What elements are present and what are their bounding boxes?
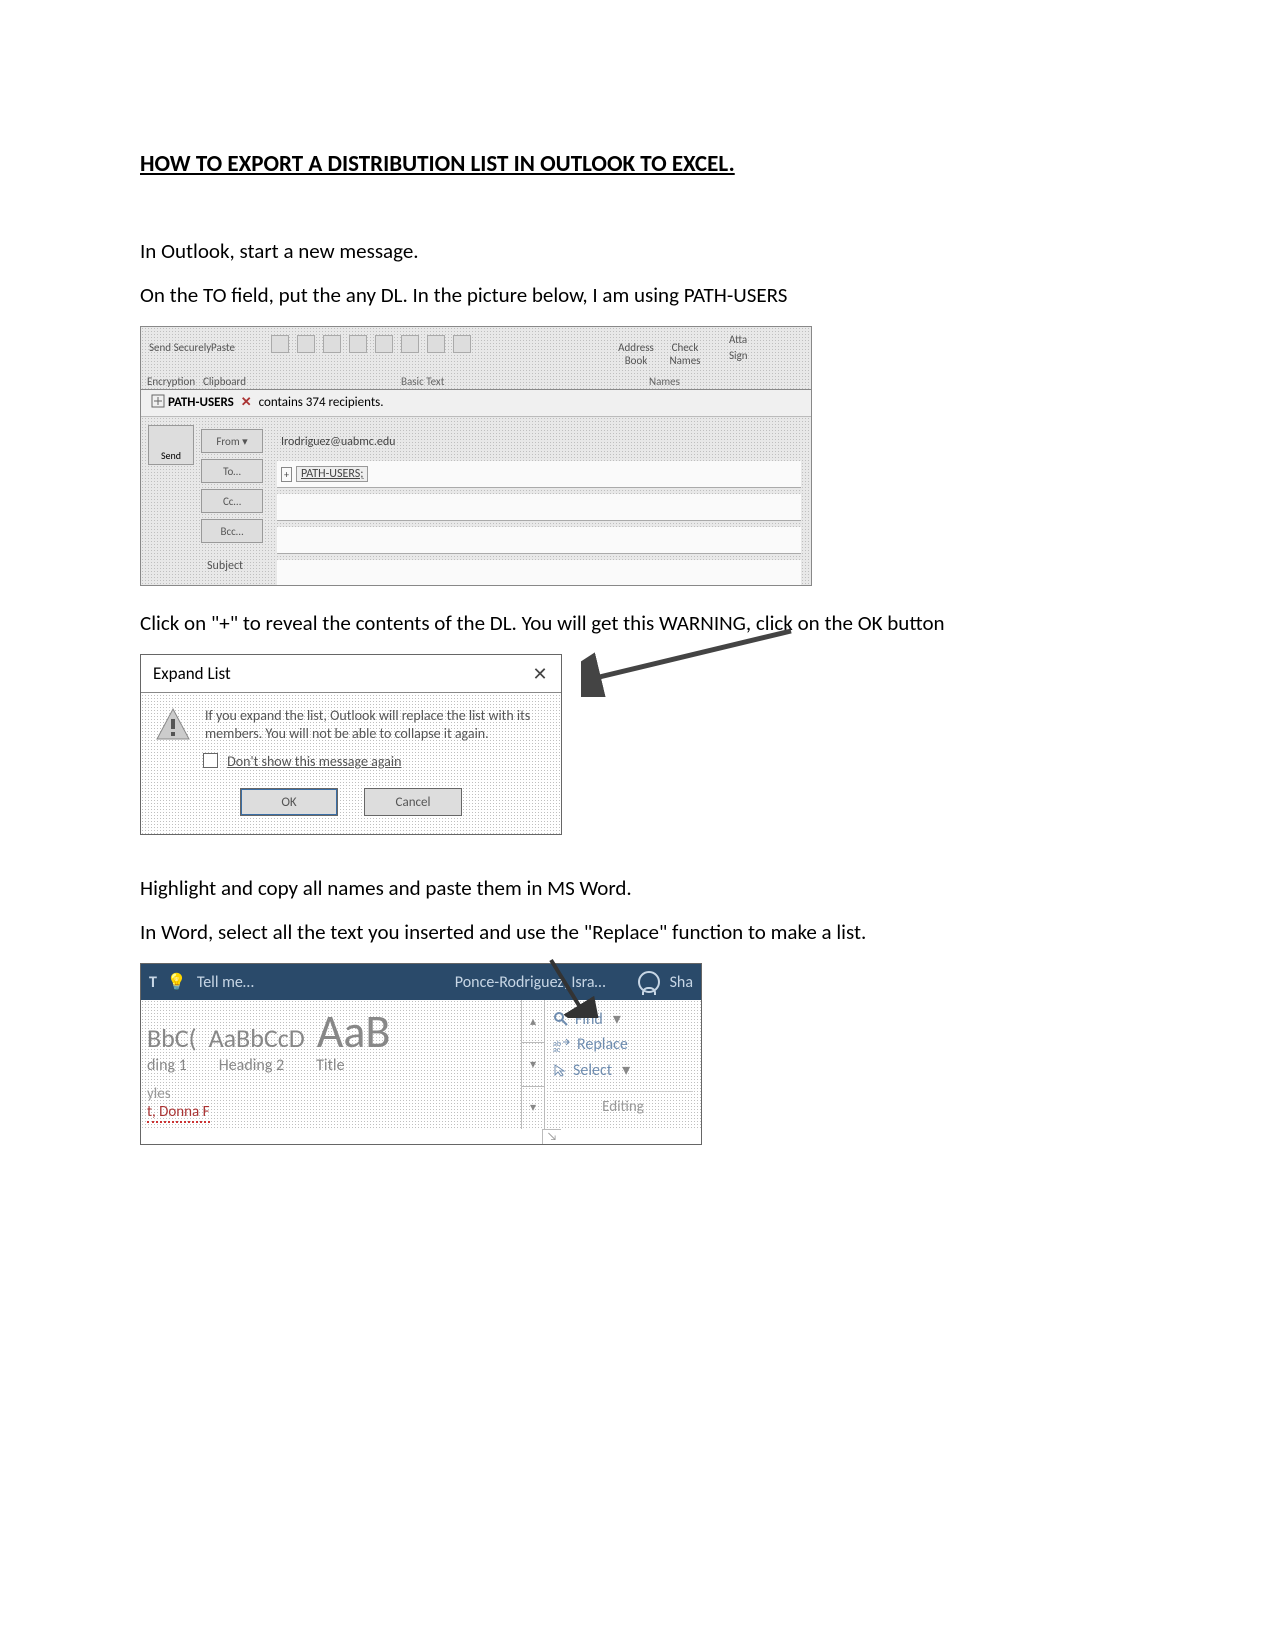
attach-button[interactable]: Atta (729, 333, 747, 346)
bcc-button[interactable]: Bcc… (201, 519, 263, 543)
expand-plus-icon[interactable] (151, 394, 165, 408)
from-button[interactable]: From ▾ (201, 429, 263, 453)
close-icon[interactable]: ✕ (531, 665, 549, 683)
select-button[interactable]: Select ▾ (553, 1057, 693, 1083)
cc-field[interactable] (277, 494, 801, 521)
font-color-icon[interactable] (349, 335, 367, 353)
style-preview[interactable]: BbC( (147, 1022, 197, 1054)
find-button[interactable]: Find ▾ (553, 1006, 693, 1032)
send-securely-button[interactable]: Send Securely (149, 341, 211, 354)
chevron-down-icon[interactable]: ▾ (613, 1009, 621, 1029)
send-button[interactable]: Send (148, 425, 194, 465)
account-user[interactable]: Ponce-Rodriguez, Isra… (455, 973, 606, 992)
styles-launcher-icon[interactable]: ↘ (542, 1129, 561, 1144)
outlook-ribbon: Send Securely Encryption Paste Clipboard… (141, 327, 811, 390)
replace-label: Replace (577, 1035, 628, 1054)
ribbon-group-clipboard: Clipboard (203, 375, 246, 388)
dialog-message: If you expand the list, Outlook will rep… (205, 707, 547, 743)
dont-show-again-checkbox[interactable] (203, 753, 218, 768)
find-label: Find (575, 1010, 603, 1029)
annotation-arrow-icon (581, 627, 801, 697)
cursor-icon (553, 1063, 567, 1077)
style-label: ding 1 (147, 1056, 187, 1075)
paste-button[interactable]: Paste (211, 341, 235, 354)
paragraph: Click on "+" to reveal the contents of t… (140, 610, 1135, 636)
lightbulb-icon: 💡 (167, 972, 187, 992)
paragraph: In Word, select all the text you inserte… (140, 919, 1135, 945)
replace-icon: abac (553, 1038, 571, 1052)
align-icon[interactable] (375, 335, 393, 353)
paragraph: Highlight and copy all names and paste t… (140, 875, 1135, 901)
outlook-compose-screenshot: Send Securely Encryption Paste Clipboard… (140, 326, 812, 586)
ribbon-group-names: Names (649, 375, 680, 388)
chevron-down-icon[interactable]: ▾ (622, 1060, 630, 1080)
expand-plus-icon[interactable]: + (281, 467, 292, 482)
paragraph: On the TO field, put the any DL. In the … (140, 282, 1135, 308)
document-text: t, Donna F (147, 1103, 210, 1123)
dl-recipient-count: contains 374 recipients. (259, 395, 384, 410)
bullets-icon[interactable] (427, 335, 445, 353)
ok-button[interactable]: OK (240, 788, 338, 816)
styles-scroll-down-icon[interactable]: ▾ (522, 1043, 544, 1086)
cancel-button[interactable]: Cancel (364, 788, 462, 816)
indent-icon[interactable] (453, 335, 471, 353)
dl-info-bar: PATH-USERS ✕ contains 374 recipients. (141, 390, 811, 417)
cc-button[interactable]: Cc… (201, 489, 263, 513)
search-icon (553, 1011, 569, 1027)
format-icons (271, 335, 471, 353)
dl-name: PATH-USERS (168, 395, 234, 410)
tell-me-search[interactable]: Tell me… (197, 973, 254, 992)
expand-list-dialog: Expand List ✕ If you expand the list, Ou… (140, 654, 562, 835)
from-field[interactable]: Irodriguez@uabmc.edu (277, 429, 801, 455)
bcc-field[interactable] (277, 527, 801, 554)
to-button[interactable]: To… (201, 459, 263, 483)
style-label: Title (316, 1056, 344, 1075)
sign-button[interactable]: Sign (729, 349, 748, 362)
italic-icon[interactable] (297, 335, 315, 353)
style-preview[interactable]: AaBbCcD (209, 1022, 305, 1054)
word-ribbon-screenshot: T 💡 Tell me… Ponce-Rodriguez, Isra… Sha … (140, 963, 702, 1145)
ribbon-group-basic-text: Basic Text (401, 375, 444, 388)
dialog-title: Expand List (153, 663, 231, 684)
replace-button[interactable]: abac Replace (553, 1032, 693, 1057)
subject-label: Subject (201, 549, 271, 573)
select-label: Select (573, 1061, 612, 1080)
share-button[interactable]: Sha (670, 973, 693, 992)
to-recipient-chip[interactable]: PATH-USERS; (296, 466, 368, 482)
format-tab-icon[interactable]: T (149, 973, 157, 992)
paragraph: In Outlook, start a new message. (140, 238, 1135, 264)
style-preview[interactable]: AaB (317, 1004, 391, 1060)
doc-title: HOW TO EXPORT A DISTRIBUTION LIST IN OUT… (140, 150, 1135, 178)
to-field[interactable]: + PATH-USERS; (277, 461, 801, 488)
svg-text:ac: ac (553, 1045, 561, 1052)
ribbon-group-styles: yles (147, 1085, 171, 1103)
subject-field[interactable] (277, 560, 801, 586)
address-book-button[interactable]: Address Book (611, 341, 661, 367)
dont-show-again-label: Don't show this message again (227, 753, 401, 770)
underline-icon[interactable] (323, 335, 341, 353)
warning-icon (155, 707, 191, 743)
bold-icon[interactable] (271, 335, 289, 353)
style-label: Heading 2 (219, 1056, 284, 1075)
check-names-button[interactable]: Check Names (663, 341, 707, 367)
ribbon-group-editing: Editing (553, 1091, 693, 1116)
remove-dl-icon[interactable]: ✕ (241, 395, 252, 410)
styles-gallery[interactable]: BbC( AaBbCcD AaB ding 1 Heading 2 Title … (141, 1000, 521, 1129)
align-icon[interactable] (401, 335, 419, 353)
styles-more-icon[interactable]: ▾ (522, 1087, 544, 1129)
styles-scroll-up-icon[interactable]: ▴ (522, 1000, 544, 1043)
share-person-icon (638, 971, 660, 993)
ribbon-group-encryption: Encryption (147, 375, 195, 388)
